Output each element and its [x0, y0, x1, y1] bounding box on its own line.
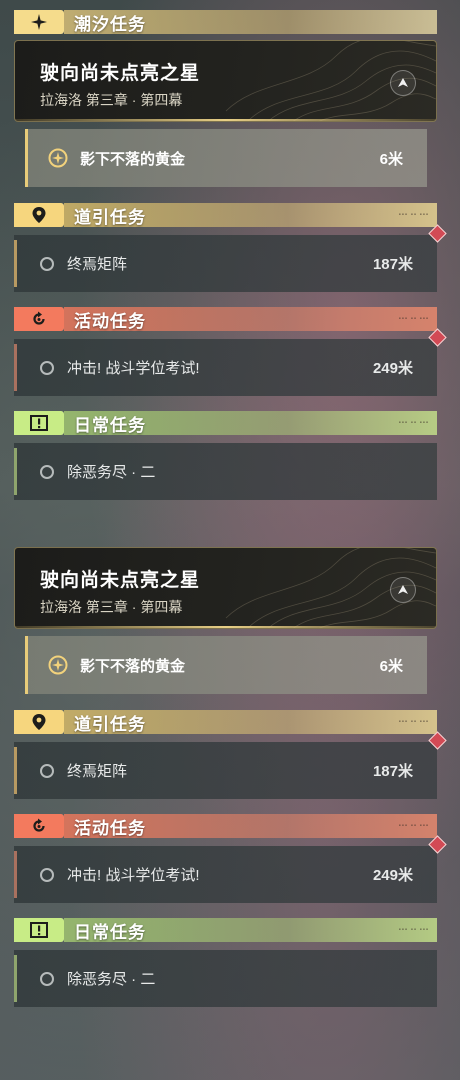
main-quest-title: 驶向尚未点亮之星 — [40, 570, 201, 591]
row-accent — [14, 240, 17, 287]
daily-quest-row[interactable]: 除恶务尽 · 二 — [14, 950, 437, 1007]
daily-quest-row[interactable]: 除恶务尽 · 二 — [14, 443, 437, 500]
status-circle-icon — [40, 464, 54, 479]
event-quest-name: 冲击! 战斗学位考试! — [67, 360, 200, 377]
event-quest-distance: 249米 — [372, 867, 413, 884]
daily-quest-name: 除恶务尽 · 二 — [67, 971, 156, 988]
guide-quest-distance: 187米 — [372, 763, 413, 780]
compass-star-icon — [48, 148, 68, 168]
row-accent — [14, 747, 17, 794]
exclamation-box-icon — [14, 411, 64, 435]
decorative-lettering: ▪▪▪ ▪▪ ▪▪▪ — [398, 719, 429, 725]
guide-quest-distance: 187米 — [372, 256, 413, 273]
main-quest-card[interactable]: 驶向尚未点亮之星 拉海洛 第三章 · 第四幕 — [14, 547, 437, 629]
row-accent — [14, 344, 17, 391]
exclamation-box-icon — [14, 918, 64, 942]
main-quest-title: 驶向尚未点亮之星 — [40, 63, 201, 84]
status-circle-icon — [40, 763, 54, 778]
row-accent — [14, 851, 17, 898]
row-accent — [14, 955, 17, 1002]
daily-quest-title: 日常任务 — [74, 415, 146, 435]
main-quest-subtitle: 拉海洛 第三章 · 第四幕 — [40, 92, 183, 108]
location-pin-icon — [14, 203, 64, 227]
event-quest-name: 冲击! 战斗学位考试! — [67, 867, 200, 884]
refresh-arrow-icon — [14, 814, 64, 838]
event-quest-row[interactable]: 冲击! 战斗学位考试! 249米 — [14, 835, 447, 903]
row-accent — [14, 448, 17, 495]
tracked-quest-row[interactable]: 影下不落的黄金 6米 — [25, 636, 427, 694]
tracked-quest-name: 影下不落的黄金 — [80, 150, 186, 168]
tide-quest-title: 潮汐任务 — [74, 14, 146, 34]
alert-diamond-icon — [428, 731, 447, 750]
alert-diamond-icon — [428, 835, 447, 854]
tide-quest-header[interactable]: 潮汐任务 — [14, 10, 437, 34]
event-quest-header[interactable]: 活动任务 ▪▪▪ ▪▪ ▪▪▪ — [14, 307, 437, 331]
sparkle-icon — [14, 10, 64, 34]
daily-quest-name: 除恶务尽 · 二 — [67, 464, 156, 481]
daily-quest-title: 日常任务 — [74, 922, 146, 942]
guide-quest-name: 终焉矩阵 — [67, 763, 128, 780]
guide-quest-name: 终焉矩阵 — [67, 256, 128, 273]
decorative-lettering: ▪▪▪ ▪▪ ▪▪▪ — [398, 420, 429, 426]
guide-quest-header[interactable]: 道引任务 ▪▪▪ ▪▪ ▪▪▪ — [14, 710, 437, 734]
status-circle-icon — [40, 971, 54, 986]
main-quest-card[interactable]: 驶向尚未点亮之星 拉海洛 第三章 · 第四幕 — [14, 40, 437, 122]
guide-quest-row[interactable]: 终焉矩阵 187米 — [14, 224, 447, 292]
event-quest-row[interactable]: 冲击! 战斗学位考试! 249米 — [14, 328, 447, 396]
daily-quest-header[interactable]: 日常任务 ▪▪▪ ▪▪ ▪▪▪ — [14, 918, 437, 942]
compass-star-icon — [48, 655, 68, 675]
status-circle-icon — [40, 256, 54, 271]
tracked-quest-name: 影下不落的黄金 — [80, 657, 186, 675]
daily-quest-header[interactable]: 日常任务 ▪▪▪ ▪▪ ▪▪▪ — [14, 411, 437, 435]
guide-quest-title: 道引任务 — [74, 207, 146, 227]
alert-diamond-icon — [428, 224, 447, 243]
event-quest-distance: 249米 — [372, 360, 413, 377]
navigation-arrow-icon[interactable] — [390, 70, 416, 96]
tracked-quest-distance: 6米 — [379, 150, 403, 168]
decorative-lettering: ▪▪▪ ▪▪ ▪▪▪ — [398, 212, 429, 218]
decorative-lettering: ▪▪▪ ▪▪ ▪▪▪ — [398, 316, 429, 322]
tracked-quest-distance: 6米 — [379, 657, 403, 675]
alert-diamond-icon — [428, 328, 447, 347]
decorative-lettering: ▪▪▪ ▪▪ ▪▪▪ — [398, 927, 429, 933]
refresh-arrow-icon — [14, 307, 64, 331]
guide-quest-title: 道引任务 — [74, 714, 146, 734]
navigation-arrow-icon[interactable] — [390, 577, 416, 603]
tracked-quest-row[interactable]: 影下不落的黄金 6米 — [25, 129, 427, 187]
status-circle-icon — [40, 867, 54, 882]
guide-quest-header[interactable]: 道引任务 ▪▪▪ ▪▪ ▪▪▪ — [14, 203, 437, 227]
main-quest-subtitle: 拉海洛 第三章 · 第四幕 — [40, 599, 183, 615]
guide-quest-row[interactable]: 终焉矩阵 187米 — [14, 731, 447, 799]
event-quest-title: 活动任务 — [74, 311, 146, 331]
event-quest-title: 活动任务 — [74, 818, 146, 838]
event-quest-header[interactable]: 活动任务 ▪▪▪ ▪▪ ▪▪▪ — [14, 814, 437, 838]
status-circle-icon — [40, 360, 54, 375]
decorative-lettering: ▪▪▪ ▪▪ ▪▪▪ — [398, 823, 429, 829]
location-pin-icon — [14, 710, 64, 734]
